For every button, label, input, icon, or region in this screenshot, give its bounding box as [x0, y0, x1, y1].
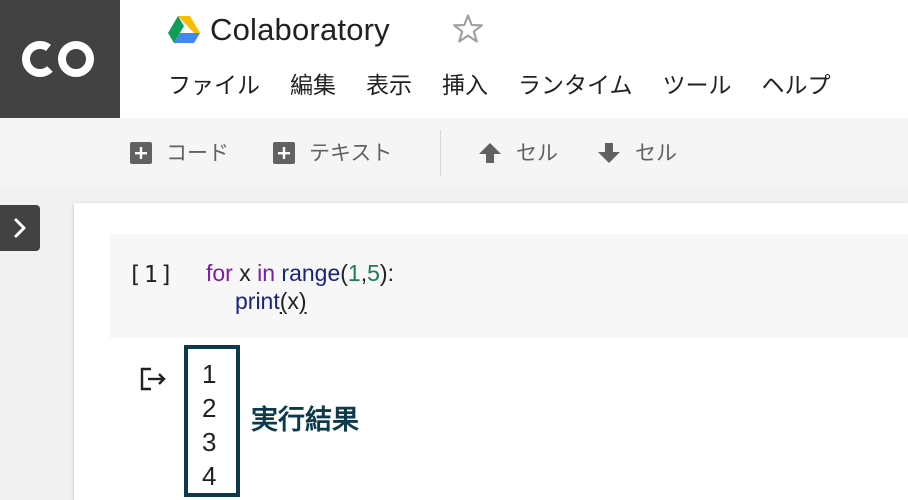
output-line: 2 [202, 393, 217, 423]
code-number: 5 [367, 260, 380, 286]
google-drive-icon [168, 16, 200, 43]
add-text-label: テキスト [309, 141, 393, 165]
colab-logo[interactable] [0, 0, 120, 118]
output-annotation: 実行結果 [251, 405, 359, 436]
menu-bar: ファイル 編集 表示 挿入 ランタイム ツール ヘルプ [168, 68, 861, 104]
code-builtin: range [281, 260, 341, 286]
code-builtin: print [235, 288, 280, 314]
add-code-button[interactable]: コード [130, 138, 229, 168]
code-line[interactable]: for x in range(1,5): [206, 258, 394, 288]
move-cell-down-button[interactable]: セル [597, 138, 677, 168]
menu-tools[interactable]: ツール [663, 68, 732, 104]
execution-count[interactable]: [1] [128, 258, 176, 292]
plus-box-icon [273, 142, 295, 164]
code-line[interactable]: print(x) [235, 286, 307, 316]
output-line: 4 [202, 461, 217, 491]
arrow-down-icon [598, 143, 620, 163]
code-text: ( [340, 260, 348, 286]
code-text: x [287, 288, 299, 314]
plus-box-icon [130, 142, 152, 164]
output-redirect-icon[interactable] [138, 364, 168, 394]
code-text: ) [298, 288, 307, 314]
menu-file[interactable]: ファイル [168, 68, 260, 104]
menu-help[interactable]: ヘルプ [762, 68, 831, 104]
code-keyword: in [257, 260, 276, 286]
code-number: 1 [347, 260, 361, 286]
menu-runtime[interactable]: ランタイム [518, 68, 633, 104]
colab-logo-icon [21, 41, 94, 77]
code-keyword: for [206, 260, 233, 286]
app-header: Colaboratory ファイル 編集 表示 挿入 ランタイム ツール ヘルプ [0, 0, 908, 118]
cell-down-label: セル [635, 141, 677, 165]
output-area: 1 2 3 4 [184, 345, 240, 497]
app-title[interactable]: Colaboratory [210, 8, 390, 52]
output-line: 3 [202, 427, 217, 457]
output-line: 1 [202, 359, 217, 389]
toolbar: コード テキスト セル セル [0, 118, 908, 188]
toolbar-divider [440, 130, 441, 176]
sidebar-toggle-button[interactable] [0, 205, 40, 251]
add-text-button[interactable]: テキスト [273, 138, 392, 168]
code-text: ): [379, 260, 394, 286]
menu-view[interactable]: 表示 [366, 68, 412, 104]
star-outline-icon[interactable] [451, 12, 485, 46]
add-code-label: コード [166, 141, 229, 165]
menu-insert[interactable]: 挿入 [442, 68, 488, 104]
code-text: x [232, 260, 258, 286]
move-cell-up-button[interactable]: セル [478, 138, 558, 168]
chevron-right-icon [14, 218, 26, 238]
cell-up-label: セル [516, 141, 558, 165]
menu-edit[interactable]: 編集 [290, 68, 336, 104]
arrow-up-icon [479, 143, 501, 163]
